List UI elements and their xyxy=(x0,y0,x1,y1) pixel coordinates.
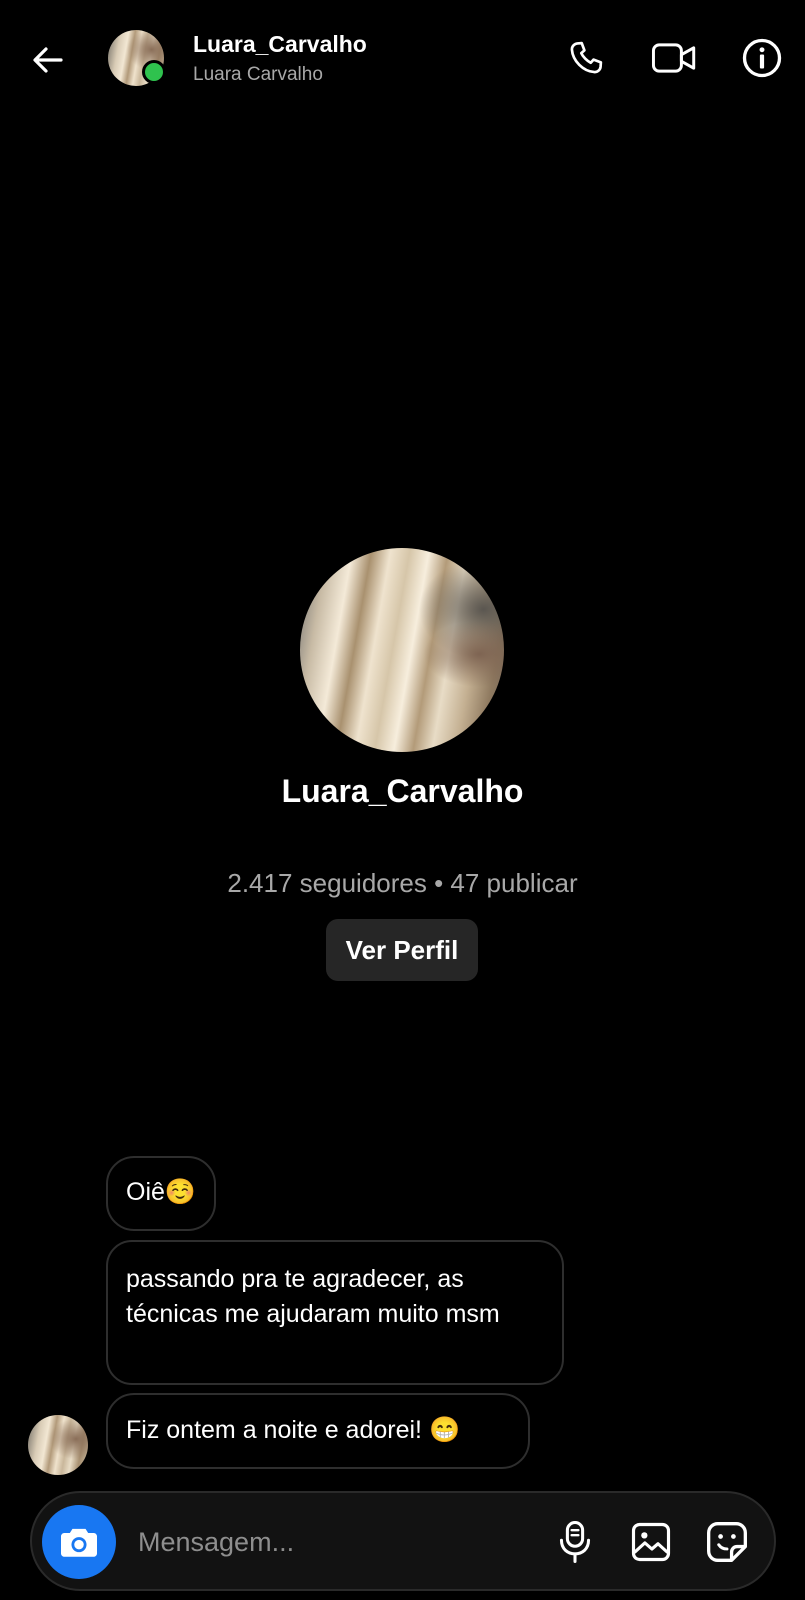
voice-call-button[interactable] xyxy=(562,34,610,82)
voice-message-button[interactable] xyxy=(550,1517,600,1567)
message-composer xyxy=(30,1491,776,1591)
info-icon xyxy=(742,38,782,78)
online-status-dot xyxy=(142,60,166,84)
message-bubble[interactable]: Oiê☺️ xyxy=(106,1156,217,1231)
video-call-button[interactable] xyxy=(650,34,698,82)
profile-avatar[interactable] xyxy=(300,548,504,752)
camera-icon xyxy=(61,1528,97,1557)
header-full-name: Luara Carvalho xyxy=(193,64,323,85)
sticker-icon xyxy=(707,1522,747,1562)
gallery-icon xyxy=(631,1522,671,1562)
profile-stats: 2.417 seguidores • 47 publicar xyxy=(227,868,578,898)
chat-header: Luara_Carvalho Luara Carvalho xyxy=(0,0,805,118)
gallery-button[interactable] xyxy=(626,1517,676,1567)
header-username[interactable]: Luara_Carvalho xyxy=(193,31,367,58)
message-input[interactable] xyxy=(136,1513,520,1571)
view-profile-button[interactable]: Ver Perfil xyxy=(326,919,478,981)
microphone-icon xyxy=(559,1521,591,1563)
profile-username: Luara_Carvalho xyxy=(281,773,524,809)
sender-avatar[interactable] xyxy=(28,1415,88,1475)
back-button[interactable] xyxy=(24,36,72,84)
sticker-button[interactable] xyxy=(702,1517,752,1567)
message-bubble[interactable]: Fiz ontem a noite e adorei! 😁 xyxy=(106,1393,530,1469)
video-camera-icon xyxy=(651,43,696,73)
camera-button[interactable] xyxy=(42,1505,116,1579)
back-arrow-icon xyxy=(33,47,63,73)
message-bubble[interactable]: passando pra te agradecer, as técnicas m… xyxy=(106,1240,564,1385)
phone-icon xyxy=(570,41,603,74)
info-button[interactable] xyxy=(738,34,786,82)
header-avatar[interactable] xyxy=(108,30,166,86)
